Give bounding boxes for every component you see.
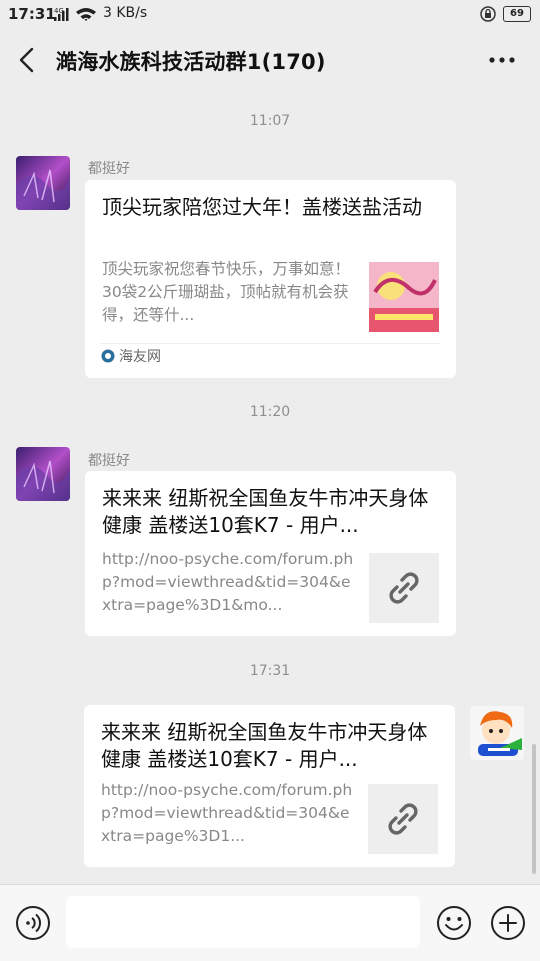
more-options-button[interactable] <box>486 46 518 74</box>
network-speed: 3 KB/s <box>103 5 148 21</box>
sender-name: 都挺好 <box>88 161 130 177</box>
battery-indicator: 69 <box>503 6 531 22</box>
add-attachment-button[interactable] <box>490 905 526 941</box>
source-logo-icon <box>101 349 115 363</box>
more-dots-icon <box>489 57 515 63</box>
emoji-icon <box>437 906 471 940</box>
avatar[interactable] <box>16 156 70 210</box>
link-thumbnail <box>368 784 438 854</box>
shared-article-card[interactable]: 顶尖玩家陪您过大年！盖楼送盐活动 顶尖玩家祝您春节快乐，万事如意！30袋2公斤珊… <box>85 180 456 378</box>
chat-title: 澔海水族科技活动群1(170) <box>56 50 326 74</box>
message-timestamp: 17:31 <box>249 663 291 679</box>
my-avatar[interactable] <box>470 706 524 760</box>
card-title: 来来来 纽斯祝全国鱼友牛市冲天身体健康 盖楼送10套K7 - 用户... <box>102 486 429 537</box>
voice-button[interactable] <box>15 905 51 941</box>
voice-icon <box>16 906 50 940</box>
message-timestamp: 11:20 <box>249 404 291 420</box>
source-name: 海友网 <box>119 349 161 365</box>
back-button[interactable] <box>14 44 42 76</box>
sender-name: 都挺好 <box>88 453 130 469</box>
plus-icon <box>491 906 525 940</box>
card-link-url: http://noo-psyche.com/forum.php?mod=view… <box>101 781 353 845</box>
message-timestamp: 11:07 <box>249 113 291 129</box>
shared-link-card[interactable]: 来来来 纽斯祝全国鱼友牛市冲天身体健康 盖楼送10套K7 - 用户... htt… <box>84 705 455 867</box>
chevron-left-icon <box>19 47 34 73</box>
card-divider <box>101 343 440 344</box>
scrollbar[interactable] <box>532 744 536 874</box>
emoji-button[interactable] <box>436 905 472 941</box>
avatar[interactable] <box>16 447 70 501</box>
signal-icon: 4G <box>54 6 98 26</box>
link-icon <box>389 572 419 604</box>
card-title: 顶尖玩家陪您过大年！盖楼送盐活动 <box>102 195 422 219</box>
rotation-lock-icon <box>480 6 496 26</box>
message-input[interactable] <box>66 896 420 948</box>
shared-link-card[interactable]: 来来来 纽斯祝全国鱼友牛市冲天身体健康 盖楼送10套K7 - 用户... htt… <box>85 471 456 636</box>
input-bar <box>0 884 540 961</box>
status-bar: 17:31 4G 3 KB/s 69 <box>0 0 540 28</box>
card-source: 海友网 <box>101 346 161 366</box>
card-description: 顶尖玩家祝您春节快乐，万事如意！30袋2公斤珊瑚盐，顶帖就有机会获得，还等什..… <box>102 260 351 324</box>
card-title: 来来来 纽斯祝全国鱼友牛市冲天身体健康 盖楼送10套K7 - 用户... <box>101 720 428 771</box>
link-thumbnail <box>369 553 439 623</box>
chat-header: 澔海水族科技活动群1(170) <box>0 28 540 92</box>
card-link-url: http://noo-psyche.com/forum.php?mod=view… <box>102 550 354 614</box>
status-time: 17:31 <box>8 5 56 23</box>
link-icon <box>388 803 418 835</box>
article-thumbnail <box>369 262 439 332</box>
